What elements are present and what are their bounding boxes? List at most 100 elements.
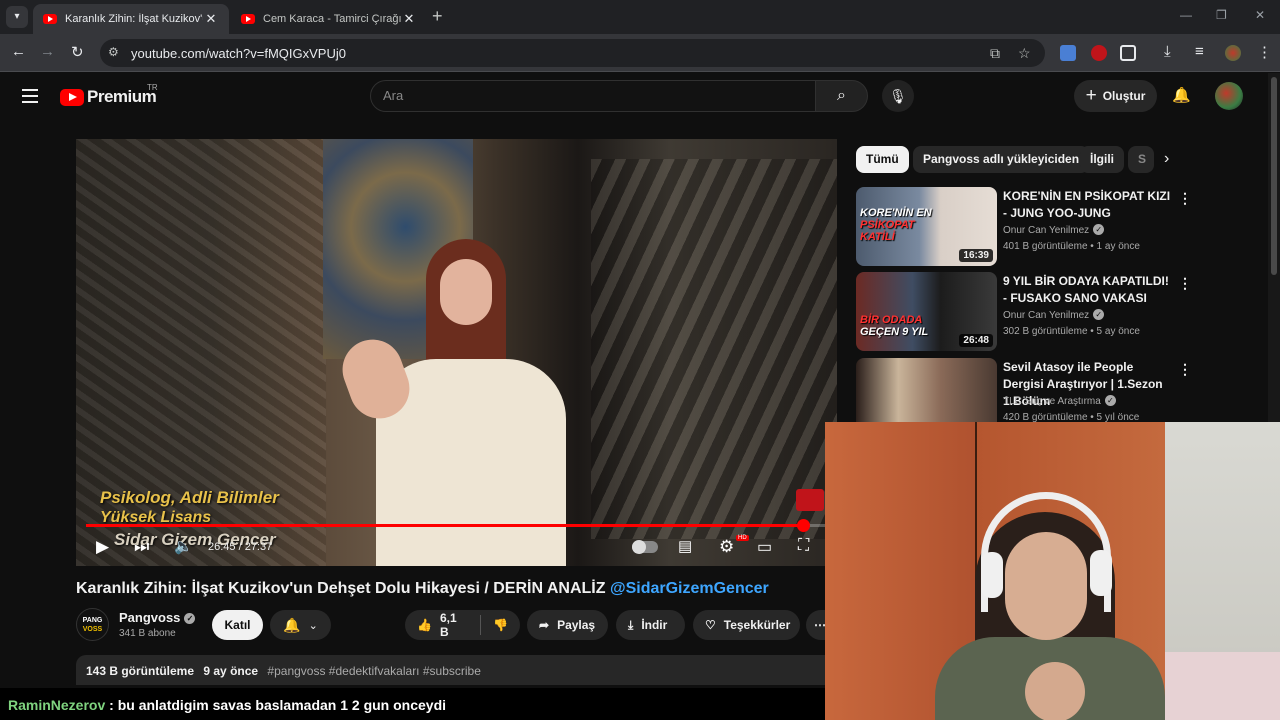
subtitles-icon[interactable]: ▤ bbox=[678, 537, 692, 555]
close-window-icon[interactable]: ✕ bbox=[1255, 8, 1265, 22]
more-vertical-icon[interactable]: ⋮ bbox=[1178, 275, 1192, 292]
extensions-puzzle-icon[interactable] bbox=[1120, 45, 1136, 61]
recommended-video[interactable]: KORE'NİN EN PSİKOPAT KATİLİ 16:39 KORE'N… bbox=[856, 187, 1256, 267]
join-button[interactable]: Katıl bbox=[212, 610, 263, 640]
verified-check-icon: ✓ bbox=[1093, 309, 1105, 320]
url-text: youtube.com/watch?v=fMQIGxVPUj0 bbox=[131, 46, 346, 61]
search-button[interactable]: ⌕ bbox=[815, 80, 868, 112]
play-icon[interactable]: ▶ bbox=[96, 537, 109, 557]
thumbs-up-icon[interactable]: 👍 bbox=[417, 618, 432, 632]
fullscreen-icon[interactable]: ⛶ bbox=[798, 537, 809, 555]
forward-arrow-icon[interactable]: → bbox=[40, 43, 55, 60]
video-title-text: Karanlık Zihin: İlşat Kuzikov'un Dehşet … bbox=[76, 580, 610, 597]
video-player[interactable]: Psikolog, Adli Bilimler Yüksek Lisans Si… bbox=[76, 139, 837, 566]
scrollbar-thumb[interactable] bbox=[1271, 77, 1277, 275]
chip-all[interactable]: Tümü bbox=[856, 146, 909, 173]
bookmark-star-icon[interactable]: ☆ bbox=[1018, 45, 1031, 62]
progress-scrubber[interactable] bbox=[797, 519, 811, 532]
video-evidence-board bbox=[591, 159, 837, 539]
translate-extension-icon[interactable] bbox=[1060, 45, 1076, 61]
recommended-title[interactable]: KORE'NİN EN PSİKOPAT KIZI - JUNG YOO-JUN… bbox=[1003, 188, 1175, 222]
channel-avatar[interactable]: PANG VOSS bbox=[76, 608, 109, 641]
settings-gear-icon[interactable]: ⚙ bbox=[719, 537, 734, 557]
screen: ▾ Karanlık Zihin: İlşat Kuzikov'un De ✕ … bbox=[0, 0, 1280, 720]
hamburger-menu-icon[interactable] bbox=[22, 89, 38, 103]
profile-avatar-icon[interactable] bbox=[1225, 45, 1241, 61]
browser-toolbar: ← → ↻ ⚙ youtube.com/watch?v=fMQIGxVPUj0 … bbox=[0, 34, 1280, 72]
youtube-premium-logo[interactable]: Premium bbox=[60, 87, 157, 107]
hashtags[interactable]: #pangvoss #dedektifvakaları #subscribe bbox=[267, 664, 480, 678]
recommended-channel[interactable]: TLC Suç ve Araştırma ✓ bbox=[1003, 395, 1116, 407]
create-button[interactable]: + Oluştur bbox=[1074, 80, 1157, 112]
download-label: İndir bbox=[641, 618, 668, 632]
thumbnail-text: KORE'NİN EN PSİKOPAT KATİLİ bbox=[860, 207, 932, 243]
reload-icon[interactable]: ↻ bbox=[71, 43, 84, 61]
voice-search-button[interactable]: 🎙 bbox=[882, 80, 914, 112]
tab-title: Karanlık Zihin: İlşat Kuzikov'un De bbox=[65, 13, 203, 25]
address-bar[interactable]: ⚙ youtube.com/watch?v=fMQIGxVPUj0 ⧉ ☆ bbox=[100, 39, 1045, 67]
more-vertical-icon[interactable]: ⋮ bbox=[1178, 361, 1192, 378]
browser-tab[interactable]: Cem Karaca - Tamirci Çırağı (Offi ✕ bbox=[231, 4, 427, 34]
thumbnail-line2: PSİKOPAT bbox=[860, 219, 915, 231]
video-thumbnail[interactable]: BİR ODADA GEÇEN 9 YIL 26:48 bbox=[856, 272, 997, 351]
chip-related[interactable]: İlgili bbox=[1080, 146, 1124, 173]
recommended-channel-name: Onur Can Yenilmez bbox=[1003, 310, 1090, 321]
time-display: 26:45 / 27:37 bbox=[208, 541, 273, 553]
search-icon: ⌕ bbox=[837, 87, 846, 104]
theater-mode-icon[interactable]: ▭ bbox=[757, 537, 772, 557]
recommended-title[interactable]: 9 YIL BİR ODAYA KAPATILDI! - FUSAKO SANO… bbox=[1003, 273, 1175, 307]
next-video-icon[interactable]: ⏭ bbox=[134, 537, 149, 557]
notification-settings-button[interactable]: 🔔 ⌄ bbox=[270, 610, 331, 640]
more-vertical-icon[interactable]: ⋮ bbox=[1178, 190, 1192, 207]
video-thumbnail[interactable]: KORE'NİN EN PSİKOPAT KATİLİ 16:39 bbox=[856, 187, 997, 266]
minimize-icon[interactable]: — bbox=[1180, 8, 1192, 22]
media-control-icon[interactable]: ≡ bbox=[1195, 43, 1204, 60]
site-info-icon[interactable]: ⚙ bbox=[108, 45, 124, 61]
volume-icon[interactable]: 🔈 bbox=[174, 537, 193, 555]
webcam-overlay bbox=[825, 422, 1280, 720]
youtube-favicon-icon bbox=[241, 14, 255, 24]
tab-title: Cem Karaca - Tamirci Çırağı (Offi bbox=[263, 13, 401, 25]
creator-mention-link[interactable]: @SidarGizemGencer bbox=[610, 580, 769, 597]
recommended-channel[interactable]: Onur Can Yenilmez ✓ bbox=[1003, 309, 1105, 321]
account-avatar[interactable] bbox=[1215, 82, 1243, 110]
like-dislike-group: 👍 6,1 B 👎 bbox=[405, 610, 520, 640]
search-input[interactable] bbox=[383, 88, 783, 103]
progress-bar[interactable] bbox=[86, 519, 826, 532]
chevron-right-icon[interactable]: › bbox=[1164, 150, 1169, 168]
verified-check-icon: ✓ bbox=[1093, 224, 1105, 235]
browser-menu-icon[interactable]: ⋮ bbox=[1257, 43, 1272, 61]
like-count[interactable]: 6,1 B bbox=[440, 611, 468, 639]
description-box[interactable]: 143 B görüntüleme 9 ay önce #pangvoss #d… bbox=[76, 655, 837, 685]
chat-username: RaminNezerov bbox=[8, 697, 106, 713]
new-tab-button[interactable]: + bbox=[432, 6, 443, 27]
channel-name[interactable]: Pangvoss ✓ bbox=[119, 610, 196, 625]
autoplay-toggle[interactable] bbox=[632, 540, 658, 554]
divider bbox=[480, 615, 482, 635]
recommended-video[interactable]: BİR ODADA GEÇEN 9 YIL 26:48 9 YIL BİR OD… bbox=[856, 272, 1256, 352]
share-label: Paylaş bbox=[557, 618, 596, 632]
adblock-extension-icon[interactable] bbox=[1091, 45, 1107, 61]
download-button[interactable]: ⤓ İndir bbox=[616, 610, 685, 640]
close-tab-icon[interactable]: ✕ bbox=[203, 11, 219, 27]
share-button[interactable]: ➦ Paylaş bbox=[527, 610, 608, 640]
downloads-icon[interactable]: ⤓ bbox=[1164, 43, 1171, 60]
restore-icon[interactable]: ❐ bbox=[1216, 8, 1227, 22]
create-label: Oluştur bbox=[1102, 89, 1146, 103]
recommended-channel[interactable]: Onur Can Yenilmez ✓ bbox=[1003, 224, 1105, 236]
install-app-icon[interactable]: ⧉ bbox=[990, 45, 1000, 62]
thumbnail-line1: BİR ODADA bbox=[860, 314, 923, 326]
browser-tab-active[interactable]: Karanlık Zihin: İlşat Kuzikov'un De ✕ bbox=[33, 4, 229, 34]
chip-partial[interactable]: S bbox=[1128, 146, 1154, 173]
share-arrow-icon: ➦ bbox=[539, 618, 550, 632]
close-tab-icon[interactable]: ✕ bbox=[401, 11, 417, 27]
chat-message-overlay: RaminNezerov : bu anlatdigim savas basla… bbox=[0, 688, 825, 720]
chip-from-uploader[interactable]: Pangvoss adlı yükleyiciden bbox=[913, 146, 1090, 173]
tab-search-button[interactable]: ▾ bbox=[6, 6, 28, 28]
chat-message-text: : bu anlatdigim savas baslamadan 1 2 gun… bbox=[105, 697, 447, 713]
thumbs-down-icon[interactable]: 👎 bbox=[493, 618, 508, 632]
thanks-button[interactable]: ♡ Teşekkürler bbox=[693, 610, 800, 640]
logo-region: TR bbox=[147, 83, 158, 92]
notifications-bell-icon[interactable]: 🔔 bbox=[1172, 86, 1191, 104]
back-arrow-icon[interactable]: ← bbox=[11, 43, 26, 60]
